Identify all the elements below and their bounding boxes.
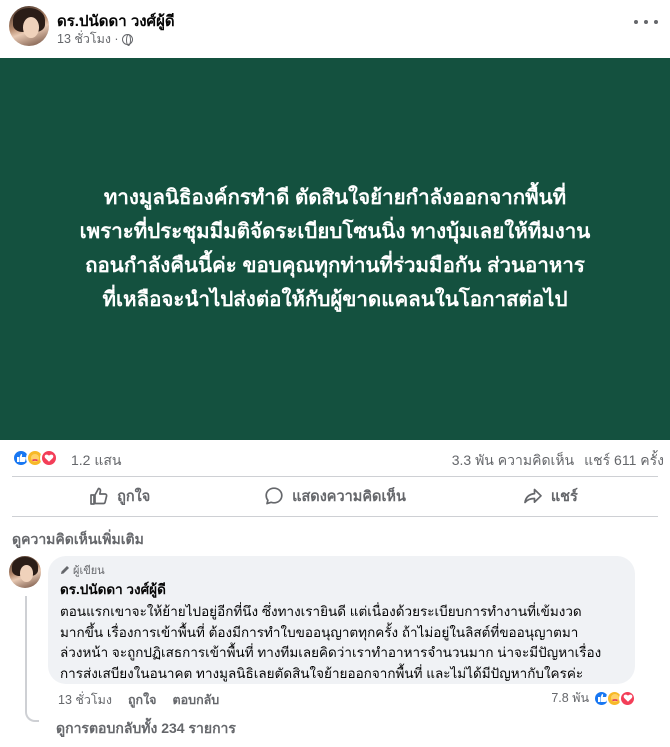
divider <box>12 476 658 477</box>
view-replies-link[interactable]: ดูการตอบกลับทั้ง 234 รายการ <box>56 718 236 740</box>
post-header: ดร.ปนัดดา วงศ์ผู้ดี 13 ชั่วโมง · <box>0 0 670 60</box>
pencil-icon <box>61 565 69 574</box>
like-button[interactable]: ถูกใจ <box>12 478 227 514</box>
banner-line: ถอนกำลังคืนนี้ค่ะ ขอบคุณทุกท่านที่ร่วมมื… <box>85 254 585 277</box>
love-reaction-icon <box>619 689 636 707</box>
comment-line: มากขึ้น เรื่องการเข้าพื้นที่ ต้องมีการทำ… <box>60 624 579 640</box>
comment-button[interactable]: แสดงความคิดเห็น <box>227 478 442 514</box>
comment-reply-button[interactable]: ตอบกลับ <box>173 690 220 710</box>
view-more-comments-link[interactable]: ดูความคิดเห็นเพิ่มเติม <box>12 529 144 551</box>
like-label: ถูกใจ <box>117 488 151 505</box>
globe-icon <box>121 33 133 46</box>
commenter-avatar[interactable] <box>9 556 41 588</box>
post-stats: 1.2 แสน 3.3 พัน ความคิดเห็น แชร์ 611 ครั… <box>0 440 670 476</box>
author-badge-label: ผู้เขียน <box>73 564 105 577</box>
reply-thread-line <box>25 596 39 722</box>
comment-line: ล่วงหน้า จะถูกปฏิเสธการเข้าพื้นที่ ทางที… <box>60 645 602 660</box>
post-banner[interactable]: ทางมูลนิธิองค์กรทำดี ตัดสินใจย้ายกำลังออ… <box>0 58 670 440</box>
post-time[interactable]: 13 ชั่วโมง · <box>57 29 119 49</box>
post-meta: 13 ชั่วโมง · <box>57 29 133 49</box>
banner-line: ทางมูลนิธิองค์กรทำดี ตัดสินใจย้ายกำลังออ… <box>103 186 567 209</box>
banner-line: ที่เหลือจะนำไปส่งต่อให้กับผู้ขาดแคลนในโอ… <box>102 288 568 311</box>
thumbs-up-icon <box>90 487 108 505</box>
reaction-count[interactable]: 1.2 แสน <box>71 450 122 472</box>
comment-line: การส่งเสบียงในอนาคต ทางมูลนิธิเลยตัดสินใ… <box>60 665 584 681</box>
author-badge: ผู้เขียน <box>60 562 623 577</box>
comment-reactions[interactable]: 7.8 พัน <box>551 688 636 708</box>
share-icon <box>523 488 542 504</box>
banner-text: ทางมูลนิธิองค์กรทำดี ตัดสินใจย้ายกำลังออ… <box>25 181 645 317</box>
engagement-counts: 3.3 พัน ความคิดเห็น แชร์ 611 ครั้ง <box>452 450 664 472</box>
share-label: แชร์ <box>550 488 578 505</box>
comment-count[interactable]: 3.3 พัน ความคิดเห็น <box>452 450 574 472</box>
comment-like-button[interactable]: ถูกใจ <box>128 690 157 710</box>
author-avatar[interactable] <box>9 6 49 46</box>
share-button[interactable]: แชร์ <box>443 478 658 514</box>
divider <box>12 516 658 517</box>
comment-actions: 13 ชั่วโมง ถูกใจ ตอบกลับ <box>58 690 219 710</box>
comment-icon <box>265 487 283 505</box>
reaction-icons[interactable] <box>12 449 58 467</box>
share-count[interactable]: แชร์ 611 ครั้ง <box>584 450 664 472</box>
comment-line: ตอนแรกเขาจะให้ย้ายไปอยู่อีกที่นึง ซึ่งทา… <box>60 604 582 619</box>
banner-line: เพราะที่ประชุมมีมติจัดระเบียบโซนนิ่ง ทาง… <box>79 220 591 243</box>
love-reaction-icon <box>40 449 58 467</box>
comment-label: แสดงความคิดเห็น <box>292 488 406 505</box>
comment-bubble: ผู้เขียน ดร.ปนัดดา วงศ์ผู้ดี ตอนแรกเขาจะ… <box>48 556 635 684</box>
comment-author-name[interactable]: ดร.ปนัดดา วงศ์ผู้ดี <box>60 578 623 600</box>
comment-text: ตอนแรกเขาจะให้ย้ายไปอยู่อีกที่นึง ซึ่งทา… <box>60 602 623 684</box>
post-actions: ถูกใจ แสดงความคิดเห็น แชร์ <box>12 478 658 514</box>
more-options-icon[interactable] <box>634 12 658 32</box>
comment-time[interactable]: 13 ชั่วโมง <box>58 690 112 710</box>
comment-reaction-count: 7.8 พัน <box>551 691 589 705</box>
